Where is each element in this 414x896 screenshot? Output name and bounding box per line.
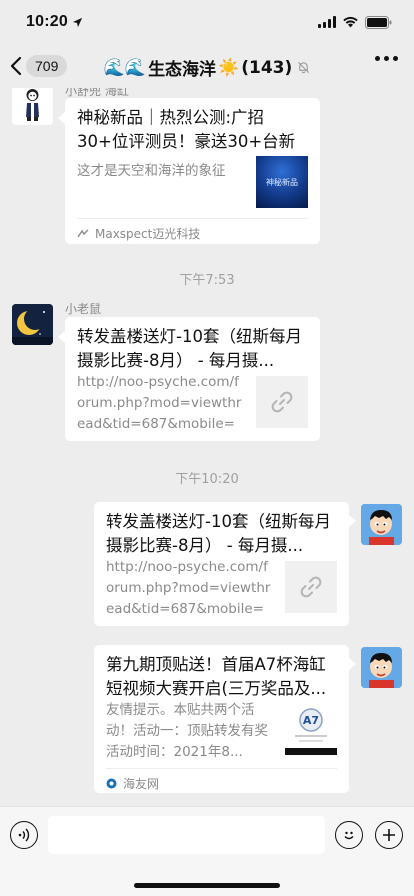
sender-name: 小老鼠 xyxy=(65,302,102,316)
link-icon xyxy=(271,391,293,413)
thumbnail-caption: 神秘新品 xyxy=(266,177,298,187)
emoji-smiley-icon xyxy=(344,831,354,840)
voice-input-button[interactable] xyxy=(10,821,38,849)
message-input-bar xyxy=(0,806,414,896)
member-count: (143) xyxy=(241,57,293,78)
more-dot xyxy=(393,56,398,61)
card-title: 神秘新品｜热烈公测:广招30+位评测员！豪送30+台新品... xyxy=(77,108,296,151)
cellular-signal-icon xyxy=(318,16,336,28)
link-card[interactable]: 转发盖楼送灯-10套（纽斯每月摄影比赛-8月） - 每月摄... http://… xyxy=(94,502,349,626)
maxspect-logo-icon xyxy=(77,229,89,237)
more-dot xyxy=(375,56,380,61)
card-title: 第九期顶贴送！首届A7杯海缸短视频大赛开启(三万奖品及... xyxy=(106,655,327,698)
chat-title: 🌊🌊 生态海洋 ☀️ (143) xyxy=(0,55,414,80)
card-source-name: Maxspect迈光科技 xyxy=(95,227,201,241)
link-icon xyxy=(300,576,322,598)
avatar[interactable] xyxy=(12,88,53,125)
svg-text:A7: A7 xyxy=(303,714,319,727)
card-source-name: 海友网 xyxy=(123,777,160,791)
title-text: 生态海洋 xyxy=(148,60,217,80)
wifi-icon xyxy=(343,16,358,28)
card-description: http://noo-psyche.com/forum.php?mod=view… xyxy=(77,374,242,432)
cartoon-boy-avatar-icon xyxy=(361,504,402,545)
muted-bell-icon xyxy=(298,61,310,74)
more-options-button[interactable] xyxy=(375,56,398,61)
title-sun-emoji: ☀️ xyxy=(218,57,240,78)
status-time: 10:20 xyxy=(26,13,83,31)
emoji-button[interactable] xyxy=(335,821,363,849)
link-card[interactable]: 神秘新品｜热烈公测:广招30+位评测员！豪送30+台新品... 这才是天空和海洋… xyxy=(65,98,320,244)
more-dot xyxy=(384,56,389,61)
bubble-tail xyxy=(58,331,65,343)
title-wave-emoji: 🌊🌊 xyxy=(103,57,147,78)
card-thumbnail: A7 xyxy=(285,703,337,755)
bubble-tail xyxy=(349,515,356,527)
bubble-tail xyxy=(349,658,356,670)
link-thumbnail xyxy=(256,376,308,428)
time-separator: 下午10:20 xyxy=(175,472,239,487)
moon-night-avatar-icon xyxy=(12,304,53,345)
voice-icon xyxy=(18,828,30,842)
cartoon-boy-avatar-icon xyxy=(361,647,402,688)
message-text-input[interactable] xyxy=(48,816,325,854)
avatar[interactable] xyxy=(361,647,402,688)
card-title: 转发盖楼送灯-10套（纽斯每月摄影比赛-8月） - 每月摄... xyxy=(77,327,302,370)
card-source-footer: Maxspect迈光科技 xyxy=(77,218,308,242)
nav-bar: 709 🌊🌊 生态海洋 ☀️ (143) xyxy=(0,44,414,88)
card-source-footer: 海友网 xyxy=(106,768,337,792)
battery-icon xyxy=(365,15,392,29)
status-bar: 10:20 xyxy=(0,0,414,44)
bubble-tail xyxy=(58,112,65,124)
location-arrow-icon xyxy=(72,17,83,27)
cartoon-penguin-avatar-icon xyxy=(12,88,53,125)
avatar[interactable] xyxy=(361,504,402,545)
card-title: 转发盖楼送灯-10套（纽斯每月摄影比赛-8月） - 每月摄... xyxy=(106,512,331,555)
card-description: 友情提示。本贴共两个活动！活动一：顶贴转发有奖活动时间：2021年8... xyxy=(106,702,268,760)
time-separator: 下午7:53 xyxy=(179,273,235,288)
link-card[interactable]: 第九期顶贴送！首届A7杯海缸短视频大赛开启(三万奖品及... 友情提示。本贴共两… xyxy=(94,645,349,793)
avatar[interactable] xyxy=(12,304,53,345)
more-functions-button[interactable] xyxy=(375,821,403,849)
card-description: 这才是天空和海洋的象征 xyxy=(77,163,226,179)
home-indicator[interactable] xyxy=(134,883,280,888)
card-thumbnail: 神秘新品 xyxy=(256,156,308,208)
clock-text: 10:20 xyxy=(26,13,68,30)
plus-icon xyxy=(383,829,395,841)
link-thumbnail xyxy=(285,561,337,613)
chat-area[interactable]: 小舒兜 海缸 神秘新品｜热烈公测:广招30+位评测员！豪送30+台新品... 这… xyxy=(0,88,414,806)
card-description: http://noo-psyche.com/forum.php?mod=view… xyxy=(106,559,271,617)
contest-poster-thumbnail-icon: A7 xyxy=(285,703,337,755)
link-card[interactable]: 转发盖楼送灯-10套（纽斯每月摄影比赛-8月） - 每月摄... http://… xyxy=(65,317,320,441)
haiyou-logo-icon xyxy=(106,778,117,789)
